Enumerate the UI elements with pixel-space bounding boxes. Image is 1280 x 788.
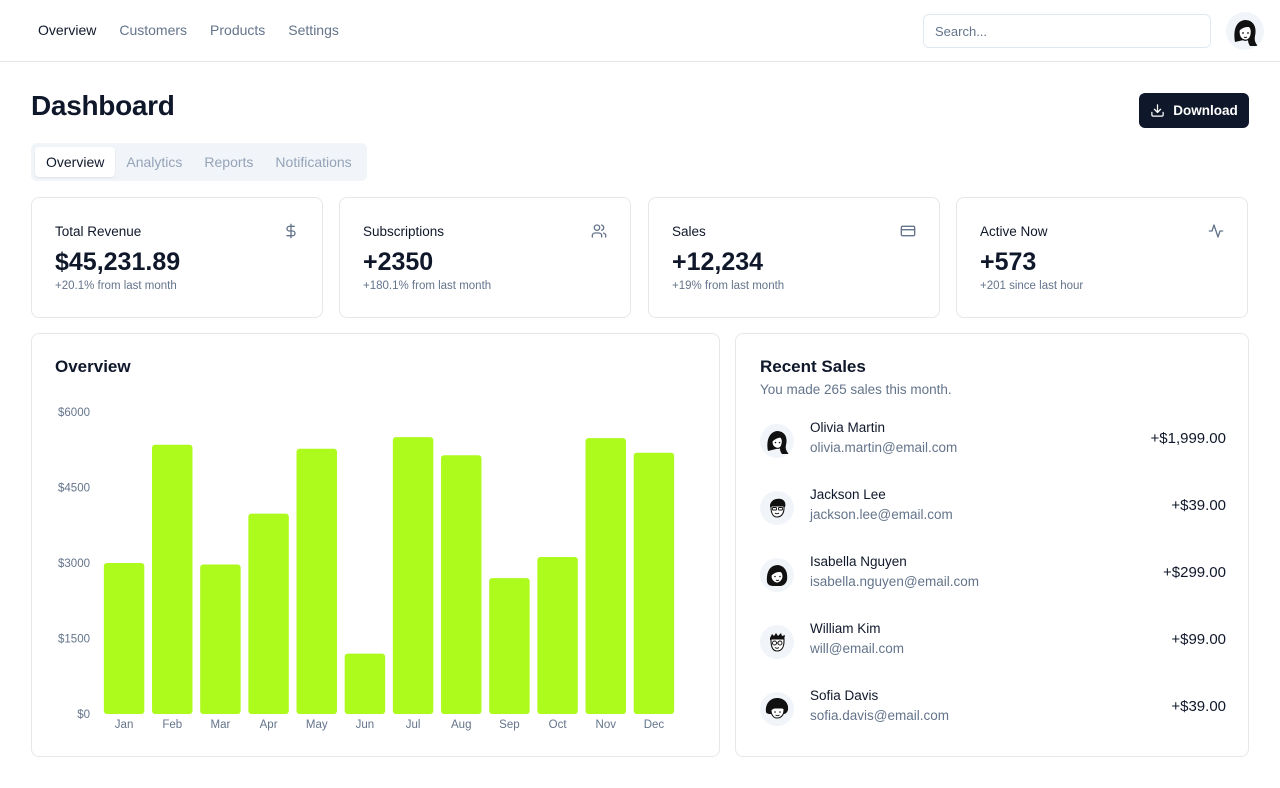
y-tick-label: $6000 <box>58 407 90 419</box>
avatar-olivia-icon <box>760 424 794 458</box>
page-title: Dashboard <box>31 90 175 121</box>
stat-card-total-revenue: Total Revenue $45,231.89 +20.1% from las… <box>31 197 323 318</box>
stat-card-subscriptions: Subscriptions +2350 +180.1% from last mo… <box>339 197 631 318</box>
list-item[interactable]: Isabella Nguyen isabella.nguyen@email.co… <box>760 554 1226 598</box>
recent-sales-card: Recent Sales You made 265 sales this mon… <box>735 333 1249 757</box>
bar-jun[interactable] <box>344 653 386 714</box>
nav-customers[interactable]: Customers <box>119 22 187 38</box>
bar-feb[interactable] <box>152 444 193 714</box>
stat-change: +20.1% from last month <box>55 280 177 292</box>
stat-card-active-now: Active Now +573 +201 since last hour <box>956 197 1248 318</box>
customer-name: Olivia Martin <box>810 420 886 435</box>
sale-amount: +$299.00 <box>1163 564 1226 581</box>
stat-card-sales: Sales +12,234 +19% from last month <box>648 197 940 318</box>
y-tick-label: $3000 <box>58 558 90 570</box>
nav-settings[interactable]: Settings <box>288 22 339 38</box>
user-avatar-icon[interactable] <box>1226 12 1264 50</box>
stat-label: Sales <box>672 224 706 239</box>
tab-notifications[interactable]: Notifications <box>264 147 362 177</box>
stat-label: Active Now <box>980 224 1048 239</box>
customer-email: will@email.com <box>810 641 904 656</box>
download-icon <box>1151 104 1164 117</box>
dashboard-tabs: Overview Analytics Reports Notifications <box>31 143 367 181</box>
sale-amount: +$39.00 <box>1171 497 1226 514</box>
y-tick-label: $4500 <box>58 483 90 495</box>
x-tick-label: Oct <box>549 719 568 731</box>
customer-name: Sofia Davis <box>810 688 879 703</box>
tab-reports[interactable]: Reports <box>193 147 264 177</box>
main-nav: Overview Customers Products Settings <box>38 22 339 38</box>
tab-analytics[interactable]: Analytics <box>115 147 193 177</box>
avatar-sofia-icon <box>760 692 794 726</box>
avatar-isabella-icon <box>760 558 794 592</box>
stat-value: +2350 <box>363 248 434 276</box>
x-tick-label: Nov <box>596 719 617 731</box>
overview-card: Overview $0 $1500 $3000 $4500 $6000 Jan Feb Mar… <box>31 333 720 757</box>
x-tick-label: Mar <box>211 719 231 731</box>
customer-email: isabella.nguyen@email.com <box>810 574 980 589</box>
activity-icon <box>1208 224 1224 238</box>
bar-oct[interactable] <box>537 556 578 714</box>
bar-jul[interactable] <box>392 437 434 714</box>
list-item[interactable]: Olivia Martin olivia.martin@email.com +$… <box>760 420 1226 464</box>
bar-aug[interactable] <box>441 455 482 714</box>
bar-may[interactable] <box>296 448 337 714</box>
credit-card-icon <box>900 225 916 237</box>
y-tick-label: $1500 <box>58 634 90 646</box>
bar-sep[interactable] <box>489 578 530 714</box>
avatar-jackson-icon <box>760 491 794 525</box>
bar-nov[interactable] <box>585 438 626 714</box>
stat-value: $45,231.89 <box>55 248 181 276</box>
dollar-icon <box>286 223 296 239</box>
x-tick-label: Feb <box>162 719 182 731</box>
x-tick-label: Jan <box>115 719 134 731</box>
customer-name: Jackson Lee <box>810 487 886 502</box>
stat-value: +12,234 <box>672 248 764 276</box>
download-button[interactable]: Download <box>1139 93 1249 128</box>
stat-label: Subscriptions <box>363 224 445 239</box>
list-item[interactable]: Sofia Davis sofia.davis@email.com +$39.0… <box>760 688 1226 732</box>
customer-email: jackson.lee@email.com <box>810 507 953 522</box>
bar-mar[interactable] <box>200 564 241 714</box>
customer-email: sofia.davis@email.com <box>810 708 950 723</box>
recent-sales-title: Recent Sales <box>760 357 866 376</box>
x-tick-label: Dec <box>644 719 665 731</box>
x-tick-label: Jun <box>356 719 375 731</box>
bar-dec[interactable] <box>633 452 675 714</box>
x-tick-label: Sep <box>499 719 519 731</box>
x-tick-label: Aug <box>451 719 471 731</box>
users-icon <box>591 224 607 238</box>
x-tick-label: Apr <box>260 719 278 731</box>
tab-overview[interactable]: Overview <box>35 147 116 177</box>
search-input[interactable] <box>923 14 1211 48</box>
download-label: Download <box>1173 103 1238 118</box>
stat-change: +19% from last month <box>672 280 785 292</box>
nav-overview[interactable]: Overview <box>38 22 96 38</box>
customer-name: William Kim <box>810 621 881 636</box>
sale-amount: +$1,999.00 <box>1150 430 1227 447</box>
list-item[interactable]: Jackson Lee jackson.lee@email.com +$39.0… <box>760 487 1226 531</box>
customer-name: Isabella Nguyen <box>810 554 907 569</box>
recent-sales-subtitle: You made 265 sales this month. <box>760 382 952 397</box>
list-item[interactable]: William Kim will@email.com +$99.00 <box>760 621 1226 665</box>
sale-amount: +$99.00 <box>1171 631 1226 648</box>
customer-email: olivia.martin@email.com <box>810 440 958 455</box>
bar-apr[interactable] <box>248 513 289 714</box>
stat-change: +201 since last hour <box>980 280 1084 292</box>
stat-label: Total Revenue <box>55 224 142 239</box>
overview-bar-chart: $0 $1500 $3000 $4500 $6000 Jan Feb Mar Apr May Jun… <box>58 407 675 731</box>
bar-jan[interactable] <box>103 563 145 714</box>
avatar-william-icon <box>760 625 794 659</box>
nav-products[interactable]: Products <box>210 22 265 38</box>
x-tick-label: Jul <box>406 719 421 731</box>
x-tick-label: May <box>306 719 328 731</box>
top-navbar: Overview Customers Products Settings <box>0 0 1280 62</box>
stat-change: +180.1% from last month <box>363 280 492 292</box>
y-tick-label: $0 <box>77 709 90 721</box>
stat-value: +573 <box>980 248 1037 276</box>
sale-amount: +$39.00 <box>1171 698 1226 715</box>
